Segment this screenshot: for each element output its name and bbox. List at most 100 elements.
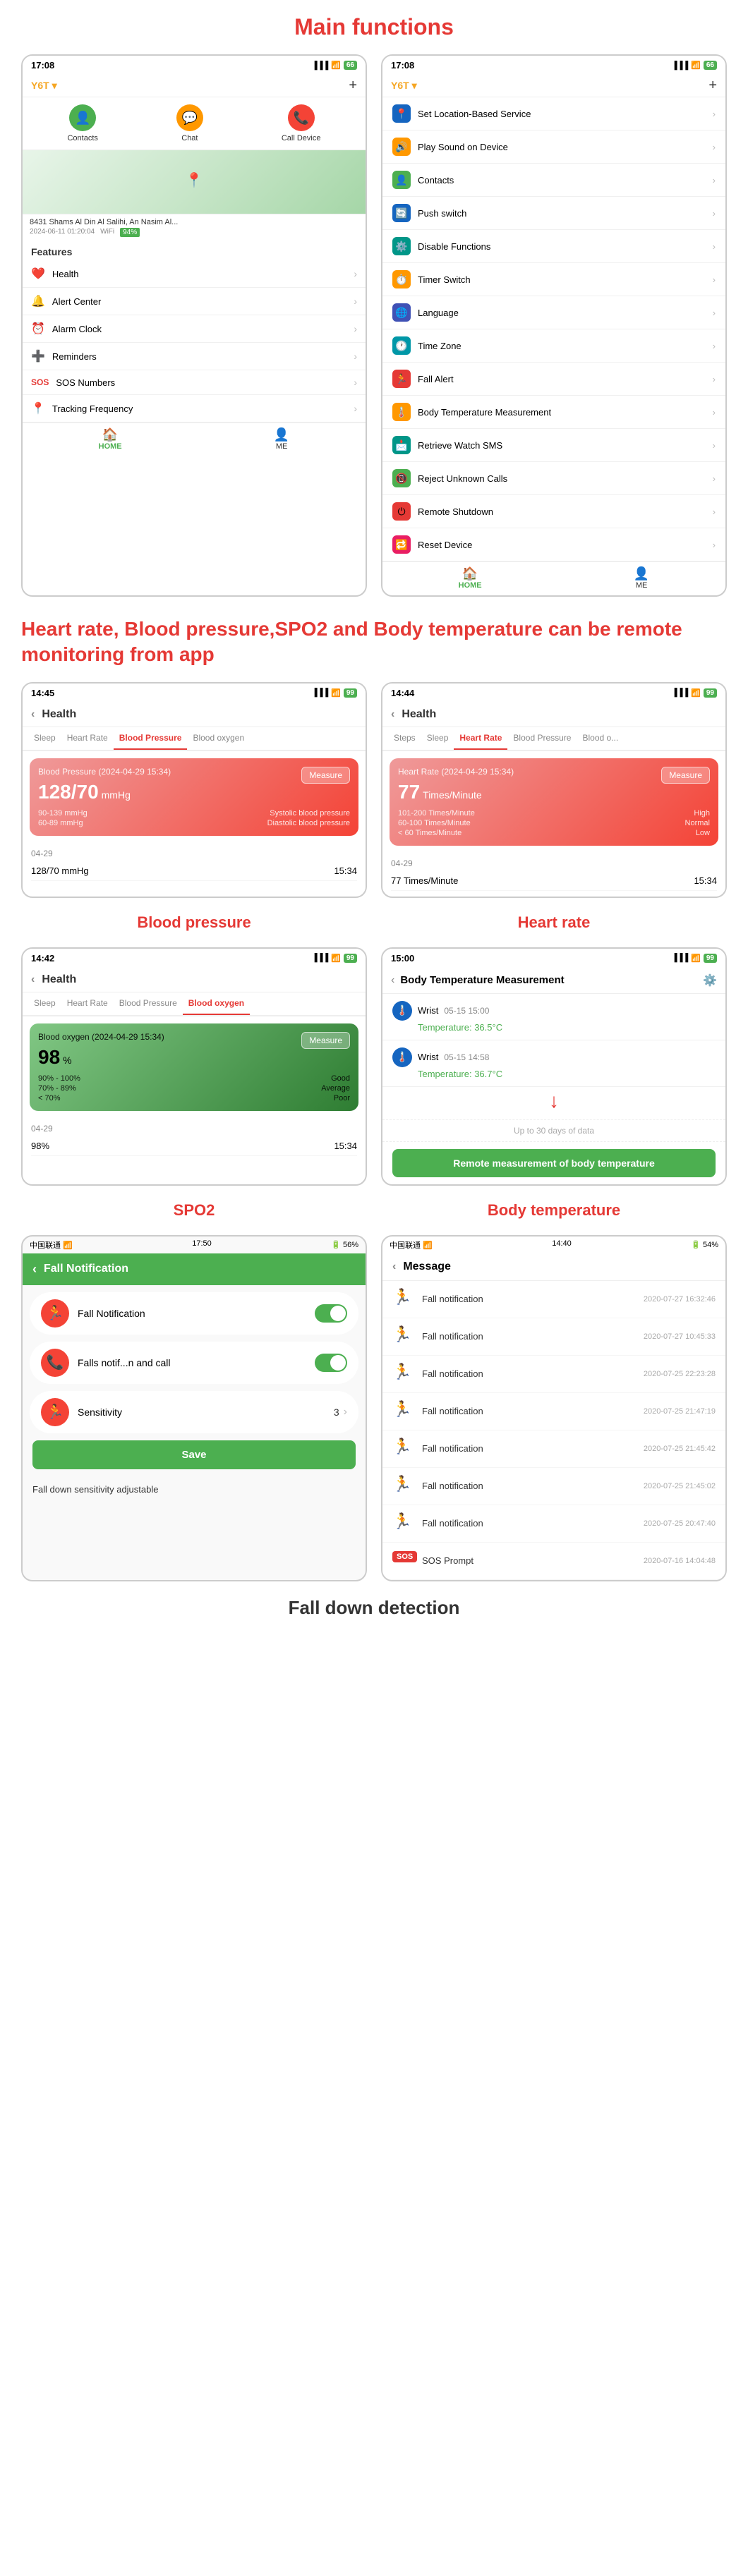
wrist-time-1: 05-15 15:00 <box>444 1006 489 1016</box>
msg-item-5[interactable]: 🏃 Fall notification 2020-07-25 21:45:42 <box>382 1430 725 1468</box>
feature-alarm[interactable]: ⏰Alarm Clock › <box>23 315 366 343</box>
menu-timer[interactable]: ⏱️ Timer Switch › <box>382 263 725 296</box>
msg-label-2: Fall notification <box>422 1331 637 1342</box>
language-label: Language <box>418 308 459 318</box>
disable-icon: ⚙️ <box>392 237 411 255</box>
msg-label-5: Fall notification <box>422 1443 637 1454</box>
menu-shutdown[interactable]: ⏻ Remote Shutdown › <box>382 495 725 528</box>
gear-icon[interactable]: ⚙️ <box>703 973 717 988</box>
sensitivity-item[interactable]: 🏃 Sensitivity 3 › <box>30 1391 358 1433</box>
menu-disable[interactable]: ⚙️ Disable Functions › <box>382 230 725 263</box>
nav-home-1[interactable]: 🏠 HOME <box>99 427 122 451</box>
health-phone-bp: 14:45 ▐▐▐📶99 ‹ Health Sleep Heart Rate B… <box>21 682 367 898</box>
save-button[interactable]: Save <box>32 1440 356 1469</box>
disable-label: Disable Functions <box>418 241 490 252</box>
health-arrow: › <box>354 268 357 279</box>
tab-bp-active[interactable]: Blood Pressure <box>114 727 188 750</box>
call-icon-item[interactable]: 📞 Call Device <box>282 104 321 142</box>
temp-phone: 15:00 ▐▐▐📶99 ‹ Body Temperature Measurem… <box>381 947 727 1186</box>
fall-toggle-2[interactable]: 📞 Falls notif...n and call <box>30 1342 358 1384</box>
msg-item-sos[interactable]: SOS SOS Prompt 2020-07-16 14:04:48 <box>382 1543 725 1580</box>
remote-measure-btn[interactable]: Remote measurement of body temperature <box>392 1149 716 1177</box>
bp-hist-date: 04-29 <box>31 849 357 858</box>
me-icon-2: 👤 <box>634 566 649 581</box>
tab-steps-hr[interactable]: Steps <box>388 727 421 750</box>
tab-bo-hr[interactable]: Blood o... <box>577 727 624 750</box>
msg-label-7: Fall notification <box>422 1518 637 1529</box>
tab-bo-active[interactable]: Blood oxygen <box>183 992 250 1015</box>
measure-btn-hr[interactable]: Measure <box>661 767 710 784</box>
reminders-arrow: › <box>354 351 357 362</box>
menu-timezone[interactable]: 🕐 Time Zone › <box>382 329 725 363</box>
tab-bp-spo2[interactable]: Blood Pressure <box>114 992 183 1015</box>
spo2-hist-time: 15:34 <box>334 1141 357 1151</box>
menu-location[interactable]: 📍 Set Location-Based Service › <box>382 97 725 130</box>
time-2: 17:08 <box>391 60 414 71</box>
spo2-hist-date: 04-29 <box>31 1124 357 1134</box>
tab-hr-active[interactable]: Heart Rate <box>454 727 507 750</box>
tab-bo-bp[interactable]: Blood oxygen <box>187 727 250 750</box>
sos-badge-icon: SOS <box>392 1551 417 1562</box>
health-label: Health <box>52 269 79 279</box>
tab-sleep-spo2[interactable]: Sleep <box>28 992 61 1015</box>
chat-circle: 💬 <box>176 104 203 131</box>
tab-hr-bp[interactable]: Heart Rate <box>61 727 114 750</box>
menu-sms[interactable]: 📩 Retrieve Watch SMS › <box>382 429 725 462</box>
health-title-spo2: Health <box>42 973 76 986</box>
tab-bp-hr[interactable]: Blood Pressure <box>507 727 577 750</box>
menu-reject[interactable]: 📵 Reject Unknown Calls › <box>382 462 725 495</box>
sos-icon: SOS <box>31 377 49 387</box>
tab-sleep-hr[interactable]: Sleep <box>421 727 454 750</box>
toggle-on-2[interactable] <box>315 1354 347 1372</box>
tab-hr-spo2[interactable]: Heart Rate <box>61 992 114 1015</box>
nav-me-2[interactable]: 👤 ME <box>634 566 649 590</box>
menu-reset[interactable]: 🔁 Reset Device › <box>382 528 725 561</box>
feature-sos[interactable]: SOSSOS Numbers › <box>23 370 366 395</box>
fall-toggle-icon-2: 📞 <box>41 1349 69 1377</box>
phone-header-2: Y6T ▾ + <box>382 75 725 97</box>
menu-contacts[interactable]: 👤 Contacts › <box>382 164 725 197</box>
msg-item-1[interactable]: 🏃 Fall notification 2020-07-27 16:32:46 <box>382 1281 725 1318</box>
bodytemp-arrow: › <box>713 407 716 418</box>
menu-bodytemp[interactable]: 🌡️ Body Temperature Measurement › <box>382 396 725 429</box>
feature-tracking[interactable]: 📍Tracking Frequency › <box>23 395 366 423</box>
nav-me-1[interactable]: 👤 ME <box>274 427 289 451</box>
measure-btn-spo2[interactable]: Measure <box>301 1032 350 1049</box>
feature-health[interactable]: ❤️Health › <box>23 260 366 288</box>
hp-header-bp: ‹ Health <box>23 703 366 727</box>
msg-item-7[interactable]: 🏃 Fall notification 2020-07-25 20:47:40 <box>382 1505 725 1543</box>
back-spo2[interactable]: ‹ <box>31 973 35 986</box>
measure-btn-bp[interactable]: Measure <box>301 767 350 784</box>
feature-reminders[interactable]: ➕Reminders › <box>23 343 366 370</box>
menu-fall[interactable]: 🏃 Fall Alert › <box>382 363 725 396</box>
msg-item-6[interactable]: 🏃 Fall notification 2020-07-25 21:45:02 <box>382 1468 725 1505</box>
back-temp[interactable]: ‹ <box>391 974 394 987</box>
menu-sound[interactable]: 🔊 Play Sound on Device › <box>382 130 725 164</box>
msg-item-4[interactable]: 🏃 Fall notification 2020-07-25 21:47:19 <box>382 1393 725 1430</box>
toggle-on-1[interactable] <box>315 1304 347 1323</box>
chat-icon-item[interactable]: 💬 Chat <box>176 104 203 142</box>
contacts2-arrow: › <box>713 175 716 186</box>
menu-language[interactable]: 🌐 Language › <box>382 296 725 329</box>
back-bp[interactable]: ‹ <box>31 708 35 721</box>
menu-push[interactable]: 🔄 Push switch › <box>382 197 725 230</box>
bp-hist-time: 15:34 <box>334 865 357 876</box>
back-hr[interactable]: ‹ <box>391 708 394 721</box>
msg-label-3: Fall notification <box>422 1368 637 1379</box>
bp-hist-row: 128/70 mmHg 15:34 <box>31 861 357 881</box>
feature-alert[interactable]: 🔔Alert Center › <box>23 288 366 315</box>
bp-card: Blood Pressure (2024-04-29 15:34) 128/70… <box>30 758 358 836</box>
bodytemp-icon: 🌡️ <box>392 403 411 421</box>
msg-back[interactable]: ‹ <box>392 1260 396 1273</box>
contacts-icon-item[interactable]: 👤 Contacts <box>67 104 97 142</box>
nav-home-2[interactable]: 🏠 HOME <box>459 566 482 590</box>
plus-icon-1[interactable]: + <box>349 78 357 94</box>
msg-item-3[interactable]: 🏃 Fall notification 2020-07-25 22:23:28 <box>382 1356 725 1393</box>
tab-sleep-bp[interactable]: Sleep <box>28 727 61 750</box>
fall-toggle-1[interactable]: 🏃 Fall Notification <box>30 1292 358 1335</box>
sens-icon: 🏃 <box>41 1398 69 1426</box>
msg-item-2[interactable]: 🏃 Fall notification 2020-07-27 10:45:33 <box>382 1318 725 1356</box>
feature-list: ❤️Health › 🔔Alert Center › ⏰Alarm Clock … <box>23 260 366 423</box>
plus-icon-2[interactable]: + <box>708 78 717 94</box>
fall-back[interactable]: ‹ <box>32 1262 37 1277</box>
